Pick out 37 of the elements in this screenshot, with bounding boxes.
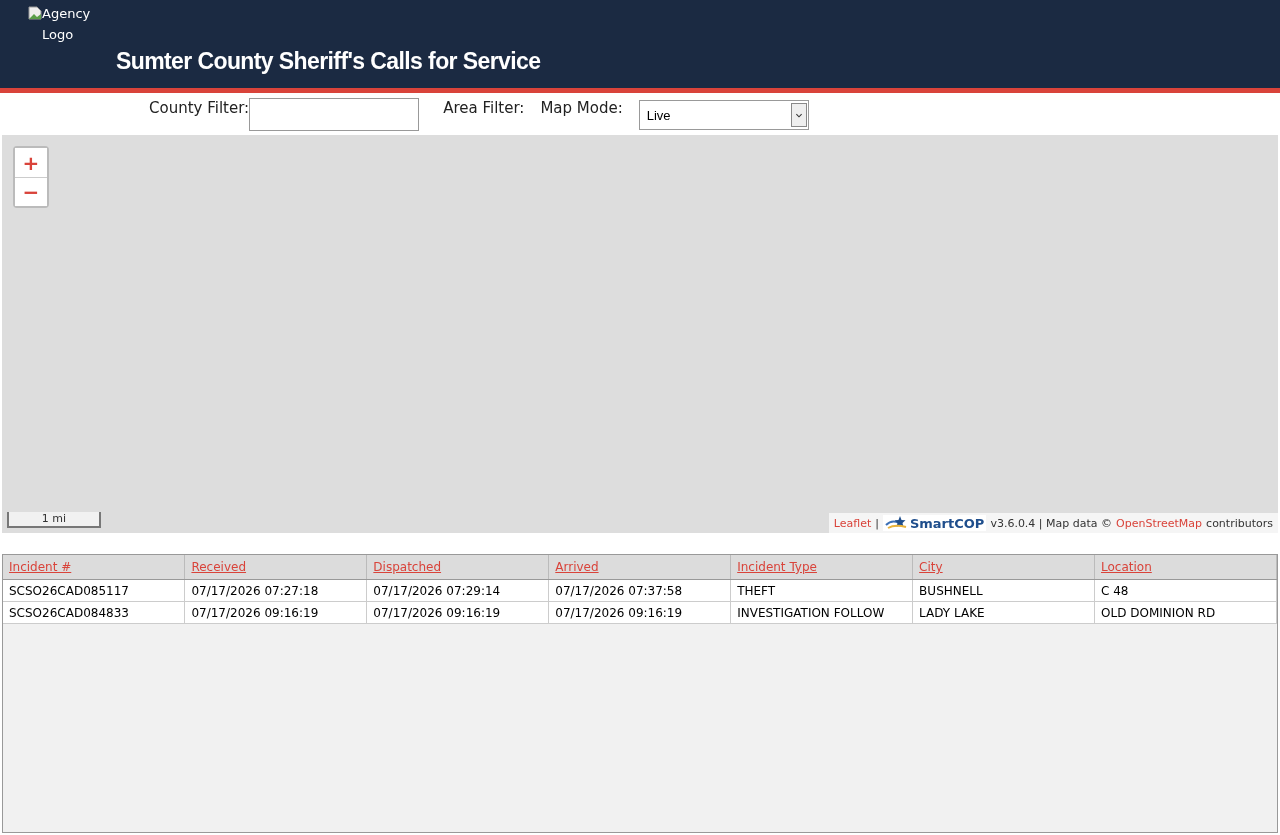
column-header-link[interactable]: City <box>919 560 943 574</box>
table-cell: 07/17/2026 09:16:19 <box>548 601 731 624</box>
table-cell: INVESTIGATION FOLLOW <box>730 601 913 624</box>
table-cell: 07/17/2026 09:16:19 <box>184 601 367 624</box>
table-cell: C 48 <box>1094 579 1277 602</box>
column-header-link[interactable]: Incident # <box>9 560 72 574</box>
county-filter-label: County Filter: <box>149 99 250 117</box>
logo-alt-text: Agency Logo <box>42 5 92 44</box>
brand-logo: SmartCOP <box>882 515 987 531</box>
map[interactable]: + − 1 mi Leaflet | SmartCOP v3.6.0.4 | Map data © OpenStreetMap contributors <box>2 135 1278 533</box>
table-cell: LADY LAKE <box>912 601 1095 624</box>
attribution-text: v3.6.0.4 | Map data © <box>990 516 1113 530</box>
table-cell: BUSHNELL <box>912 579 1095 602</box>
scale-bar: 1 mi <box>7 512 101 528</box>
table-cell: 07/17/2026 07:27:18 <box>184 579 367 602</box>
zoom-out-button[interactable]: − <box>15 177 47 206</box>
table-cell: THEFT <box>730 579 913 602</box>
table-cell: 07/17/2026 09:16:19 <box>366 601 549 624</box>
county-filter-field[interactable] <box>249 98 420 131</box>
table-cell: SCSO26CAD084833 <box>3 601 185 624</box>
page-title: Sumter County Sheriff's Calls for Service <box>116 47 542 75</box>
map-mode-dropdown[interactable]: Live <box>638 100 809 130</box>
column-header-link[interactable]: Arrived <box>555 560 599 574</box>
column-header-link[interactable]: Received <box>191 560 247 574</box>
table-cell: 07/17/2026 07:37:58 <box>548 579 731 602</box>
area-filter-label: Area Filter: <box>443 99 525 117</box>
table-cell: OLD DOMINION RD <box>1094 601 1277 624</box>
map-mode-label: Map Mode: <box>540 99 623 117</box>
broken-image-icon <box>28 6 42 20</box>
openstreetmap-link[interactable]: OpenStreetMap <box>1116 516 1203 530</box>
attribution-text: contributors <box>1206 516 1273 530</box>
table-cell: SCSO26CAD085117 <box>3 579 185 602</box>
leaflet-link[interactable]: Leaflet <box>833 516 872 530</box>
separator: | <box>875 516 879 530</box>
column-header-link[interactable]: Location <box>1101 560 1152 574</box>
caret-icon <box>790 103 807 127</box>
table-cell: 07/17/2026 07:29:14 <box>366 579 549 602</box>
